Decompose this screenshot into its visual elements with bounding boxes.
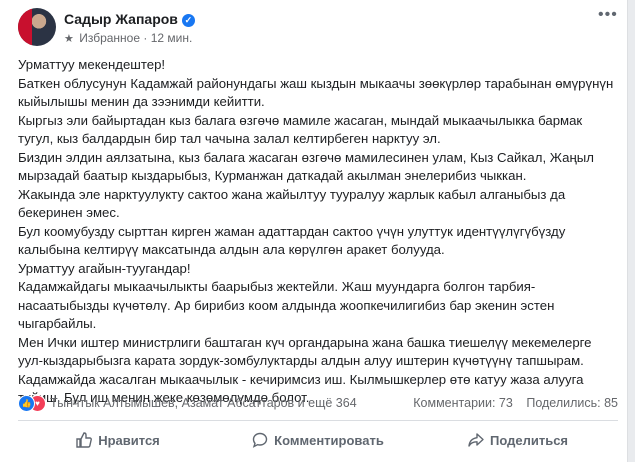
- like-label: Нравится: [98, 432, 160, 448]
- post-card: Садыр Жапаров ✓ ★ Избранное · 12 мин. •••…: [0, 0, 628, 462]
- reactors-summary[interactable]: Тынчтык Алтымышев, Азамат Абсаттаров и е…: [50, 396, 357, 410]
- action-bar: Нравится Комментировать Поделиться: [18, 427, 618, 453]
- body-paragraph: Биздин элдин аялзатына, кыз балага жасаг…: [18, 149, 594, 184]
- post-body: Урматтуу мекендештер! Баткен облусунун К…: [18, 56, 618, 408]
- audience-label[interactable]: Избранное: [79, 31, 140, 45]
- body-paragraph: Бул коомубузду сырттан кирген жаман адат…: [18, 223, 566, 258]
- comments-count[interactable]: Комментарии: 73: [413, 396, 513, 410]
- body-paragraph: Жакында эле нарктуулукту сактоо жана жай…: [18, 186, 566, 221]
- reactions-bar: 👍 ♥ Тынчтык Алтымышев, Азамат Абсаттаров…: [18, 395, 618, 413]
- body-paragraph: Кадамжайдагы мыкаачылыкты баарыбыз жекте…: [18, 279, 555, 331]
- more-options-icon[interactable]: •••: [598, 6, 618, 24]
- star-icon: ★: [64, 33, 74, 45]
- engagement-counts: Комментарии: 73 Поделились: 85: [413, 396, 618, 410]
- body-paragraph: Баткен облусунун Кадамжай районундагы жа…: [18, 75, 614, 110]
- like-button[interactable]: Нравится: [18, 427, 218, 453]
- post-meta: ★ Избранное · 12 мин.: [64, 31, 192, 45]
- body-paragraph: Мен Ички иштер министрлиги баштаган күч …: [18, 334, 592, 369]
- divider: [18, 420, 618, 421]
- share-icon: [468, 433, 484, 447]
- body-paragraph: Кыргыз эли байыртадан кыз балага өзгөчө …: [18, 112, 583, 147]
- comment-label: Комментировать: [274, 432, 384, 448]
- like-reaction-icon: 👍: [18, 395, 35, 412]
- thumbs-up-icon: [76, 432, 93, 448]
- comment-icon: [252, 432, 268, 448]
- body-paragraph: Урматтуу мекендештер!: [18, 57, 166, 72]
- comment-button[interactable]: Комментировать: [218, 427, 418, 453]
- shares-count[interactable]: Поделились: 85: [526, 396, 618, 410]
- share-button[interactable]: Поделиться: [418, 427, 618, 453]
- meta-separator: ·: [143, 31, 148, 45]
- body-paragraph: Урматтуу агайын-туугандар!: [18, 260, 191, 276]
- post-time[interactable]: 12 мин.: [151, 31, 193, 45]
- avatar[interactable]: [18, 8, 56, 46]
- verified-badge-icon: ✓: [181, 14, 195, 27]
- author-name-text[interactable]: Садыр Жапаров: [64, 11, 178, 27]
- share-label: Поделиться: [489, 432, 569, 448]
- author-name[interactable]: Садыр Жапаров ✓: [64, 11, 195, 27]
